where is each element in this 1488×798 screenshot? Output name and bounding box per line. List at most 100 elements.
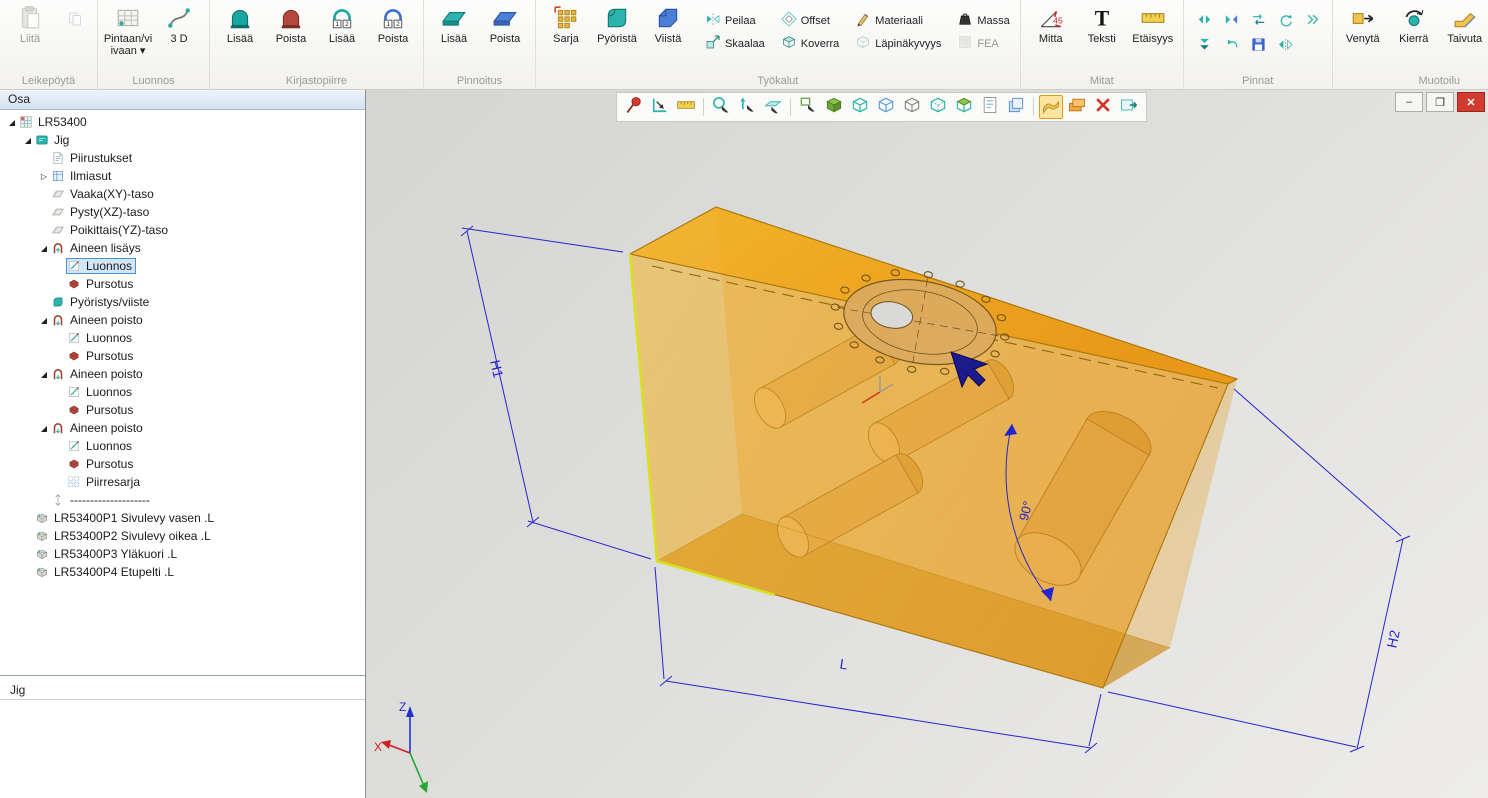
button-surface-flip[interactable] bbox=[1276, 37, 1296, 57]
button-lisaa[interactable]: 12Lisää bbox=[317, 2, 367, 46]
layers-icon bbox=[1006, 95, 1026, 120]
viewtool-copy-image-tool[interactable] bbox=[1004, 95, 1028, 119]
dimension-h1[interactable] bbox=[461, 226, 651, 559]
viewtool-dashed-view[interactable] bbox=[926, 95, 950, 119]
viewtool-pin-tool[interactable] bbox=[622, 95, 646, 119]
expander-open[interactable]: ◢ bbox=[38, 244, 50, 253]
maximize-button[interactable]: ❐ bbox=[1426, 92, 1454, 112]
viewtool-snap-plane-tool[interactable] bbox=[761, 95, 785, 119]
button-surface-save[interactable] bbox=[1249, 37, 1269, 57]
tree-item-pysty-xz-taso[interactable]: Pysty(XZ)-taso bbox=[0, 203, 365, 221]
sheetsor-icon bbox=[1067, 95, 1087, 120]
button-peilaa[interactable]: Peilaa bbox=[702, 10, 768, 31]
tree-item-lr53400p2-sivulevy-oikea-l[interactable]: LR53400P2 Sivulevy oikea .L bbox=[0, 527, 365, 545]
button-surface-split[interactable] bbox=[1195, 12, 1215, 32]
button-viista[interactable]: Viistä bbox=[643, 2, 693, 46]
button-offset[interactable]: Offset bbox=[778, 10, 843, 31]
tree-item-aineen-lisays[interactable]: ◢Aineen lisäys bbox=[0, 239, 365, 257]
tree-item-piirustukset[interactable]: Piirustukset bbox=[0, 149, 365, 167]
tplane-icon bbox=[51, 187, 68, 201]
button-fea[interactable]: FEA bbox=[954, 33, 1012, 54]
tree-item-aineen-poisto[interactable]: ◢Aineen poisto bbox=[0, 365, 365, 383]
expander-open[interactable]: ◢ bbox=[38, 424, 50, 433]
viewtool-wireframe-view[interactable] bbox=[848, 95, 872, 119]
viewtool-export-view-tool[interactable] bbox=[1117, 95, 1141, 119]
button-massa[interactable]: Massa bbox=[954, 10, 1012, 31]
button-liita[interactable]: Liitä bbox=[5, 2, 55, 46]
viewtool-snap-rotate-tool[interactable] bbox=[709, 95, 733, 119]
button-surface-collapse[interactable] bbox=[1195, 37, 1215, 57]
button-teksti[interactable]: TTeksti bbox=[1077, 2, 1127, 46]
button-surface-undo[interactable] bbox=[1222, 37, 1242, 57]
close-button[interactable]: ✕ bbox=[1457, 92, 1485, 112]
viewtool-surface-mode[interactable] bbox=[1039, 95, 1063, 119]
button-skaalaa[interactable]: Skaalaa bbox=[702, 33, 768, 54]
tree-item-luonnos[interactable]: Luonnos bbox=[0, 329, 365, 347]
tree-item-poikittais-yz-taso[interactable]: Poikittais(YZ)-taso bbox=[0, 221, 365, 239]
minimize-button[interactable]: – bbox=[1395, 92, 1423, 112]
tree-item-label: Ilmiasut bbox=[70, 169, 111, 183]
tree-item-lr53400p3-ylakuori-l[interactable]: LR53400P3 Yläkuori .L bbox=[0, 545, 365, 563]
expander-closed[interactable]: ▷ bbox=[38, 172, 50, 181]
expander-open[interactable]: ◢ bbox=[38, 370, 50, 379]
button-koverra[interactable]: Koverra bbox=[778, 33, 843, 54]
viewtool-notes-tool[interactable] bbox=[978, 95, 1002, 119]
button-kierra[interactable]: Kierrä bbox=[1389, 2, 1439, 46]
button-surface-swap[interactable] bbox=[1249, 12, 1269, 32]
viewtool-hidden-line-view[interactable] bbox=[874, 95, 898, 119]
button-etaisyys[interactable]: Etäisyys bbox=[1128, 2, 1178, 46]
tree-item-luonnos[interactable]: Luonnos bbox=[0, 437, 365, 455]
tree-item-pursotus[interactable]: Pursotus bbox=[0, 401, 365, 419]
button-materiaali[interactable]: Materiaali bbox=[852, 10, 944, 31]
expander-open[interactable]: ◢ bbox=[22, 136, 34, 145]
button-lisaa[interactable]: Lisää bbox=[215, 2, 265, 46]
button-surface-extend[interactable] bbox=[1303, 12, 1323, 32]
viewtool-origin-tool[interactable] bbox=[648, 95, 672, 119]
tree-item-pursotus[interactable]: Pursotus bbox=[0, 347, 365, 365]
tree-item-piirresarja[interactable]: Piirresarja bbox=[0, 473, 365, 491]
tree-item-ilmiasut[interactable]: ▷ Ilmiasut bbox=[0, 167, 365, 185]
button-pintaan-viivaan[interactable]: Pintaan/viivaan ▾ bbox=[103, 2, 153, 57]
tree-item-luonnos[interactable]: Luonnos bbox=[0, 383, 365, 401]
tree-item-aineen-poisto[interactable]: ◢Aineen poisto bbox=[0, 419, 365, 437]
tree-item-aineen-poisto[interactable]: ◢Aineen poisto bbox=[0, 311, 365, 329]
expander-open[interactable]: ◢ bbox=[6, 118, 18, 127]
button-surface-rotate[interactable] bbox=[1276, 12, 1296, 32]
tree-item-pursotus[interactable]: Pursotus bbox=[0, 275, 365, 293]
button-venyta[interactable]: Venytä bbox=[1338, 2, 1388, 46]
button-sarja[interactable]: Sarja bbox=[541, 2, 591, 46]
tree-item-tool[interactable]: -------------------- bbox=[0, 491, 365, 509]
viewtool-select-area-tool[interactable] bbox=[796, 95, 820, 119]
button-copy[interactable] bbox=[64, 10, 90, 31]
button-poista[interactable]: 12Poista bbox=[368, 2, 418, 46]
button-poista[interactable]: Poista bbox=[266, 2, 316, 46]
expander-open[interactable]: ◢ bbox=[38, 316, 50, 325]
button-surface-merge[interactable] bbox=[1222, 12, 1242, 32]
button-lisaa[interactable]: Lisää bbox=[429, 2, 479, 46]
tree-item-lr53400p1-sivulevy-vasen-l[interactable]: LR53400P1 Sivulevy vasen .L bbox=[0, 509, 365, 527]
viewtool-outline-view[interactable] bbox=[900, 95, 924, 119]
cad-application-window: LiitäLeikepöytäPintaan/viivaan ▾3 DLuonn… bbox=[0, 0, 1488, 798]
tree-item-lr53400[interactable]: ◢LR53400 bbox=[0, 113, 365, 131]
viewtool-shaded-view[interactable] bbox=[822, 95, 846, 119]
viewtool-delete-tool[interactable] bbox=[1091, 95, 1115, 119]
button-taivuta[interactable]: Taivuta bbox=[1440, 2, 1488, 46]
button-3-d[interactable]: 3 D bbox=[154, 2, 204, 46]
tree-item-pursotus[interactable]: Pursotus bbox=[0, 455, 365, 473]
viewtool-measure-tool[interactable] bbox=[674, 95, 698, 119]
tree-item-jig[interactable]: ◢Jig bbox=[0, 131, 365, 149]
viewtool-sheet-stack-tool[interactable] bbox=[1065, 95, 1089, 119]
tree-item-lr53400p4-etupelti-l[interactable]: LR53400P4 Etupelti .L bbox=[0, 563, 365, 581]
button-lapinakyvyys[interactable]: Läpinäkyvyys bbox=[852, 33, 944, 54]
button-poista[interactable]: Poista bbox=[480, 2, 530, 46]
viewport: H1 L H2 90° bbox=[366, 90, 1488, 798]
viewtool-snap-axis-tool[interactable] bbox=[735, 95, 759, 119]
tree-item-luonnos[interactable]: Luonnos bbox=[0, 257, 365, 275]
tpart-icon bbox=[35, 529, 52, 543]
tree-item-vaaka-xy-taso[interactable]: Vaaka(XY)-taso bbox=[0, 185, 365, 203]
tree-item-pyoristys-viiste[interactable]: Pyöristys/viiste bbox=[0, 293, 365, 311]
button-mitta[interactable]: 45Mitta bbox=[1026, 2, 1076, 46]
button-pyorista[interactable]: Pyöristä bbox=[592, 2, 642, 46]
viewtool-face-select-view[interactable] bbox=[952, 95, 976, 119]
3d-viewport[interactable]: H1 L H2 90° bbox=[366, 90, 1488, 798]
